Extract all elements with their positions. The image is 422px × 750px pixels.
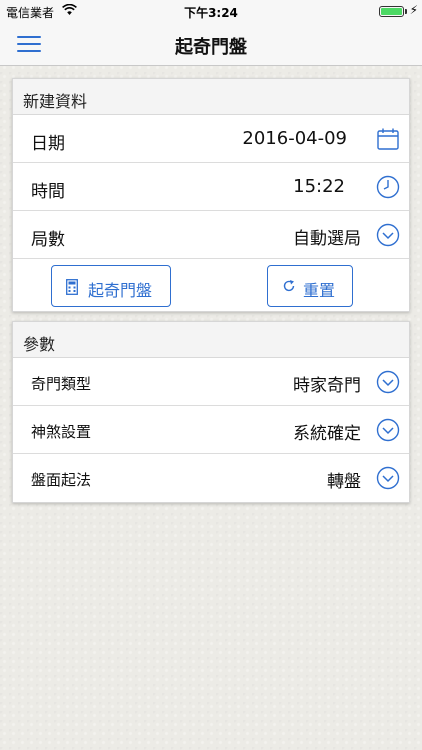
chevron-down-icon[interactable] <box>376 370 400 394</box>
new-data-card: 新建資料 日期 2016-04-09 時間 15:22 局數 自動選局 起奇門盤… <box>12 78 410 312</box>
qimen-type-row[interactable]: 奇門類型 時家奇門 <box>13 358 409 406</box>
parameters-header: 參數 <box>13 322 409 358</box>
calculate-chart-label: 起奇門盤 <box>88 281 153 300</box>
date-value[interactable]: 2016-04-09 <box>242 128 347 149</box>
time-value[interactable]: 15:22 <box>293 176 345 197</box>
calculator-icon <box>66 279 78 295</box>
qimen-type-label: 奇門類型 <box>31 375 92 393</box>
status-bar: 電信業者 下午3:24 ⚡ <box>0 0 422 22</box>
date-label: 日期 <box>31 134 65 154</box>
new-data-header: 新建資料 <box>13 79 409 115</box>
battery-icon <box>379 6 404 17</box>
refresh-icon <box>283 280 295 292</box>
time-row[interactable]: 時間 15:22 <box>13 163 409 211</box>
action-buttons-row: 起奇門盤 重置 <box>13 259 409 311</box>
chevron-down-icon[interactable] <box>376 418 400 442</box>
time-label: 時間 <box>31 182 65 202</box>
chevron-down-icon[interactable] <box>376 466 400 490</box>
shensha-label: 神煞設置 <box>31 423 92 441</box>
calendar-icon[interactable] <box>376 127 400 151</box>
clock-icon[interactable] <box>376 175 400 199</box>
shensha-value[interactable]: 系統確定 <box>293 419 361 444</box>
reset-button[interactable]: 重置 <box>267 265 353 307</box>
calculate-chart-button[interactable]: 起奇門盤 <box>51 265 171 307</box>
date-row[interactable]: 日期 2016-04-09 <box>13 115 409 163</box>
ju-value[interactable]: 自動選局 <box>293 224 361 249</box>
shensha-row[interactable]: 神煞設置 系統確定 <box>13 406 409 454</box>
ju-row[interactable]: 局數 自動選局 <box>13 211 409 259</box>
qimen-type-value[interactable]: 時家奇門 <box>293 371 361 396</box>
navigation-bar: 起奇門盤 <box>0 22 422 66</box>
pan-method-value[interactable]: 轉盤 <box>327 467 361 492</box>
pan-method-label: 盤面起法 <box>31 471 92 489</box>
battery-tip <box>405 9 407 14</box>
charging-bolt-icon: ⚡ <box>409 3 418 17</box>
parameters-card: 參數 奇門類型 時家奇門 神煞設置 系統確定 盤面起法 轉盤 <box>12 321 410 503</box>
page-title: 起奇門盤 <box>175 37 247 58</box>
reset-label: 重置 <box>303 281 336 300</box>
status-time: 下午3:24 <box>184 6 238 20</box>
ju-label: 局數 <box>31 230 65 250</box>
chevron-down-icon[interactable] <box>376 223 400 247</box>
pan-method-row[interactable]: 盤面起法 轉盤 <box>13 454 409 502</box>
